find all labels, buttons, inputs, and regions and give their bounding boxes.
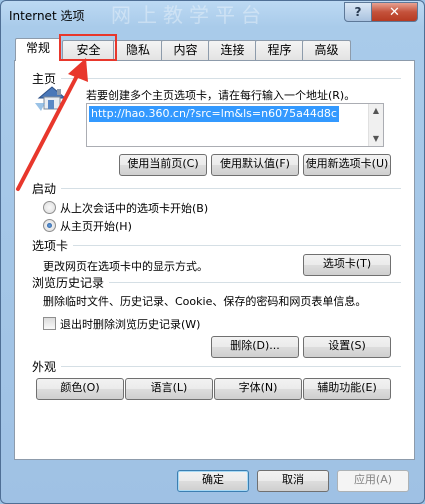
colors-button[interactable]: 颜色(O)	[36, 378, 124, 400]
general-tab-panel: 主页 若要创建多个主页选项卡，请在每行输入一个地址(R)。 http://hao…	[14, 60, 415, 460]
internet-options-window: 网上教学平台 Internet 选项 ? ✕ 常规 安全 隐私 内容 连接 程序…	[0, 0, 425, 504]
home-icon	[35, 86, 67, 111]
delete-on-exit-label[interactable]: 退出时删除浏览历史记录(W)	[60, 316, 200, 332]
section-divider	[61, 188, 401, 189]
title-watermark: 网上教学平台	[111, 3, 267, 27]
startup-section-title: 启动	[32, 182, 57, 196]
help-button[interactable]: ?	[344, 2, 372, 22]
tabs-description: 更改网页在选项卡中的显示方式。	[43, 260, 208, 273]
history-section-title: 浏览历史记录	[32, 276, 105, 290]
startup-homepage-radio[interactable]	[43, 219, 56, 232]
tab-advanced[interactable]: 高级	[302, 40, 351, 60]
homepage-url-text: http://hao.360.cn/?src=lm&ls=n6075a44d8c	[89, 106, 339, 122]
ok-button[interactable]: 确定	[177, 470, 249, 492]
tab-connections[interactable]: 连接	[208, 40, 257, 60]
use-current-button[interactable]: 使用当前页(C)	[119, 154, 207, 176]
startup-last-session-radio[interactable]	[43, 201, 56, 214]
section-divider	[109, 282, 401, 283]
security-tab-highlight-box	[59, 34, 117, 61]
section-divider	[61, 78, 401, 79]
delete-on-exit-checkbox[interactable]	[43, 317, 56, 330]
homepage-url-textarea[interactable]: http://hao.360.cn/?src=lm&ls=n6075a44d8c…	[86, 103, 384, 147]
use-new-tab-button[interactable]: 使用新选项卡(U)	[303, 154, 391, 176]
apply-button[interactable]: 应用(A)	[337, 470, 409, 492]
history-description: 删除临时文件、历史记录、Cookie、保存的密码和网页表单信息。	[43, 295, 367, 308]
homepage-hint: 若要创建多个主页选项卡，请在每行输入一个地址(R)。	[86, 89, 356, 102]
appearance-section-title: 外观	[32, 360, 57, 374]
use-default-button[interactable]: 使用默认值(F)	[211, 154, 299, 176]
tab-general[interactable]: 常规	[15, 38, 61, 61]
scroll-down-icon[interactable]: ▼	[369, 132, 383, 146]
delete-history-button[interactable]: 删除(D)...	[211, 336, 299, 358]
fonts-button[interactable]: 字体(N)	[214, 378, 302, 400]
tab-content[interactable]: 内容	[161, 40, 210, 60]
cancel-button[interactable]: 取消	[257, 470, 329, 492]
close-button[interactable]: ✕	[371, 2, 418, 22]
startup-homepage-label[interactable]: 从主页开始(H)	[60, 218, 132, 234]
tab-programs[interactable]: 程序	[255, 40, 304, 60]
languages-button[interactable]: 语言(L)	[125, 378, 213, 400]
window-title: Internet 选项	[9, 9, 85, 23]
tab-privacy[interactable]: 隐私	[113, 40, 163, 60]
section-divider	[73, 245, 401, 246]
section-divider	[61, 366, 401, 367]
tabs-section-title: 选项卡	[32, 239, 69, 253]
history-settings-button[interactable]: 设置(S)	[303, 336, 391, 358]
startup-last-session-label[interactable]: 从上次会话中的选项卡开始(B)	[60, 200, 208, 216]
textarea-scrollbar[interactable]: ▲ ▼	[368, 104, 383, 146]
tabs-settings-button[interactable]: 选项卡(T)	[303, 254, 391, 276]
accessibility-button[interactable]: 辅助功能(E)	[303, 378, 391, 400]
scroll-up-icon[interactable]: ▲	[369, 104, 383, 118]
